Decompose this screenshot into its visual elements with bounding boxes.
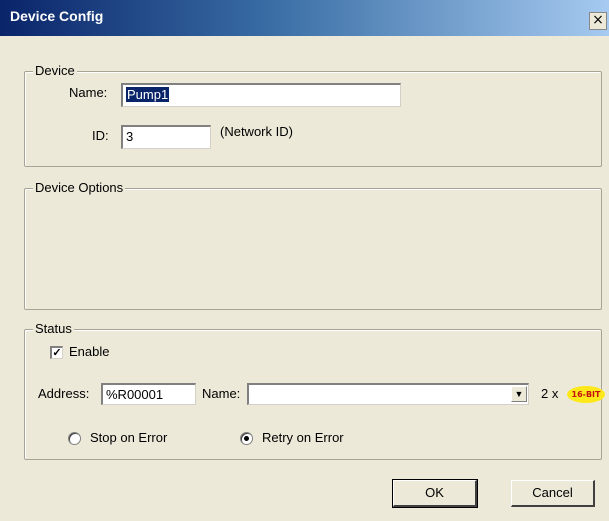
- multiplier-label: 2 x: [541, 386, 559, 401]
- device-options-group: Device Options: [24, 180, 602, 310]
- stop-on-error-radio[interactable]: [68, 432, 81, 445]
- network-id-hint: (Network ID): [220, 124, 293, 139]
- retry-on-error-label[interactable]: Retry on Error: [262, 430, 344, 445]
- status-group-label: Status: [33, 321, 74, 336]
- status-name-label: Name:: [202, 386, 241, 401]
- address-input[interactable]: %R00001: [101, 383, 196, 405]
- close-icon: ×: [592, 12, 604, 28]
- device-group-label: Device: [33, 63, 77, 78]
- status-name-combobox[interactable]: [247, 383, 529, 405]
- radio-selected-dot: [244, 436, 249, 441]
- stop-on-error-label[interactable]: Stop on Error: [90, 430, 167, 445]
- device-id-input[interactable]: 3: [121, 125, 211, 149]
- chevron-down-icon: ▼: [514, 389, 524, 399]
- dropdown-button[interactable]: ▼: [511, 386, 527, 402]
- window-title: Device Config: [10, 8, 104, 24]
- retry-on-error-radio[interactable]: [240, 432, 253, 445]
- address-label: Address:: [38, 386, 90, 401]
- enable-label[interactable]: Enable: [69, 344, 109, 359]
- id-label: ID:: [92, 128, 109, 143]
- name-label: Name:: [69, 85, 108, 100]
- device-id-value: 3: [126, 129, 134, 144]
- device-name-input[interactable]: Pump1: [121, 83, 401, 107]
- close-button[interactable]: ×: [589, 12, 607, 30]
- title-bar: Device Config ×: [0, 0, 609, 36]
- enable-checkbox[interactable]: ✓: [50, 346, 63, 359]
- check-icon: ✓: [52, 347, 62, 359]
- device-options-group-label: Device Options: [33, 180, 126, 195]
- cancel-button[interactable]: Cancel: [511, 480, 595, 507]
- bit-width-badge: 16-BIT: [567, 386, 605, 403]
- ok-button[interactable]: OK: [392, 479, 478, 508]
- device-name-value: Pump1: [126, 87, 170, 102]
- bit-width-badge-text: 16-BIT: [571, 390, 601, 399]
- address-value: %R00001: [106, 387, 164, 402]
